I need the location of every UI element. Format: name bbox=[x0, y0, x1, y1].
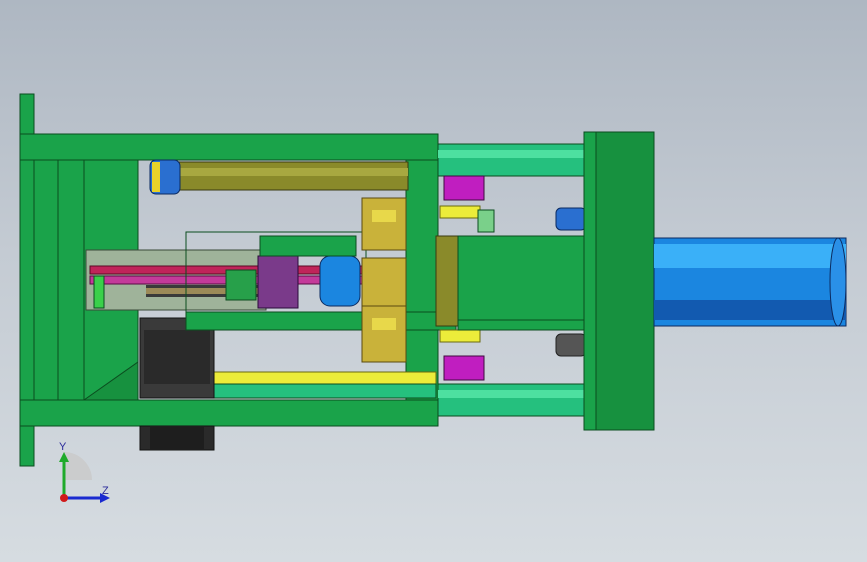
rack-carriage[interactable] bbox=[85, 249, 391, 311]
triad-plane-shade bbox=[64, 452, 92, 480]
stepper-motor[interactable] bbox=[139, 317, 215, 451]
cad-viewport[interactable]: Y Z bbox=[0, 0, 867, 562]
lower-guide-shaft[interactable] bbox=[213, 371, 437, 399]
origin-dot bbox=[60, 494, 68, 502]
upper-guide-shaft[interactable] bbox=[149, 159, 409, 195]
orientation-triad: Y Z bbox=[59, 441, 110, 503]
cad-model-assembly[interactable] bbox=[0, 0, 867, 562]
linear-bearings[interactable] bbox=[361, 197, 407, 363]
z-axis-label: Z bbox=[102, 485, 109, 497]
right-end-plate[interactable] bbox=[583, 131, 655, 431]
actuator-cylinder[interactable] bbox=[653, 237, 847, 327]
y-axis-label: Y bbox=[59, 441, 67, 453]
